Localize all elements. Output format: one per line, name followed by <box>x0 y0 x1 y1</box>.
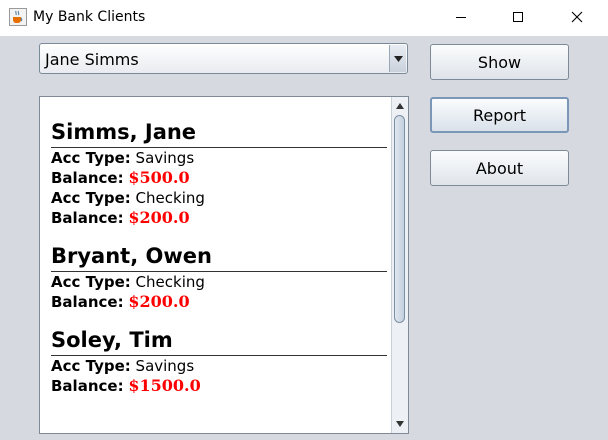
account-type-line: Acc Type: Checking <box>51 188 385 208</box>
maximize-icon <box>512 8 524 27</box>
client-combo-box[interactable]: Jane Simms <box>39 43 408 74</box>
scroll-down-icon[interactable] <box>392 416 408 432</box>
acc-type-label: Acc Type: <box>51 357 131 375</box>
client-area: Jane Simms Show Report About Simms, Jane… <box>0 36 608 440</box>
balance-label: Balance: <box>51 293 124 311</box>
client-name: Bryant, Owen <box>51 244 387 272</box>
client-name: Soley, Tim <box>51 328 387 356</box>
about-button[interactable]: About <box>430 150 569 186</box>
acc-type-value: Checking <box>135 273 205 291</box>
client-entry: Simms, Jane Acc Type: Savings Balance: $… <box>51 97 387 228</box>
minimize-button[interactable] <box>438 0 484 34</box>
minimize-icon <box>455 8 467 27</box>
client-entry: Soley, Tim Acc Type: Savings Balance: $1… <box>51 312 387 396</box>
balance-value: $500.0 <box>128 168 190 187</box>
balance-label: Balance: <box>51 169 124 187</box>
report-content: Simms, Jane Acc Type: Savings Balance: $… <box>40 97 393 396</box>
close-icon <box>571 8 583 27</box>
account-type-line: Acc Type: Savings <box>51 148 385 168</box>
title-bar: My Bank Clients <box>0 0 608 36</box>
balance-line: Balance: $200.0 <box>51 208 385 228</box>
acc-type-label: Acc Type: <box>51 149 131 167</box>
report-button[interactable]: Report <box>430 97 569 133</box>
balance-line: Balance: $500.0 <box>51 168 385 188</box>
acc-type-value: Savings <box>135 149 195 167</box>
java-cup-icon <box>9 8 27 26</box>
client-name: Simms, Jane <box>51 120 387 148</box>
client-entry: Bryant, Owen Acc Type: Checking Balance:… <box>51 228 387 312</box>
combo-selected-value: Jane Simms <box>45 50 139 69</box>
balance-label: Balance: <box>51 209 124 227</box>
account-type-line: Acc Type: Savings <box>51 356 385 376</box>
chevron-down-icon[interactable] <box>389 45 406 72</box>
close-button[interactable] <box>554 0 600 34</box>
balance-value: $1500.0 <box>128 376 201 395</box>
vertical-scrollbar[interactable] <box>391 97 408 433</box>
acc-type-label: Acc Type: <box>51 273 131 291</box>
balance-value: $200.0 <box>128 208 190 227</box>
balance-label: Balance: <box>51 377 124 395</box>
window-title: My Bank Clients <box>33 9 146 25</box>
balance-line: Balance: $200.0 <box>51 292 385 312</box>
balance-line: Balance: $1500.0 <box>51 376 385 396</box>
account-type-line: Acc Type: Checking <box>51 272 385 292</box>
report-panel[interactable]: Simms, Jane Acc Type: Savings Balance: $… <box>39 96 409 434</box>
scrollbar-thumb[interactable] <box>394 115 405 323</box>
acc-type-value: Checking <box>135 189 205 207</box>
maximize-button[interactable] <box>495 0 541 34</box>
balance-value: $200.0 <box>128 292 190 311</box>
acc-type-value: Savings <box>135 357 195 375</box>
show-button[interactable]: Show <box>430 44 569 80</box>
acc-type-label: Acc Type: <box>51 189 131 207</box>
scroll-up-icon[interactable] <box>392 98 408 114</box>
